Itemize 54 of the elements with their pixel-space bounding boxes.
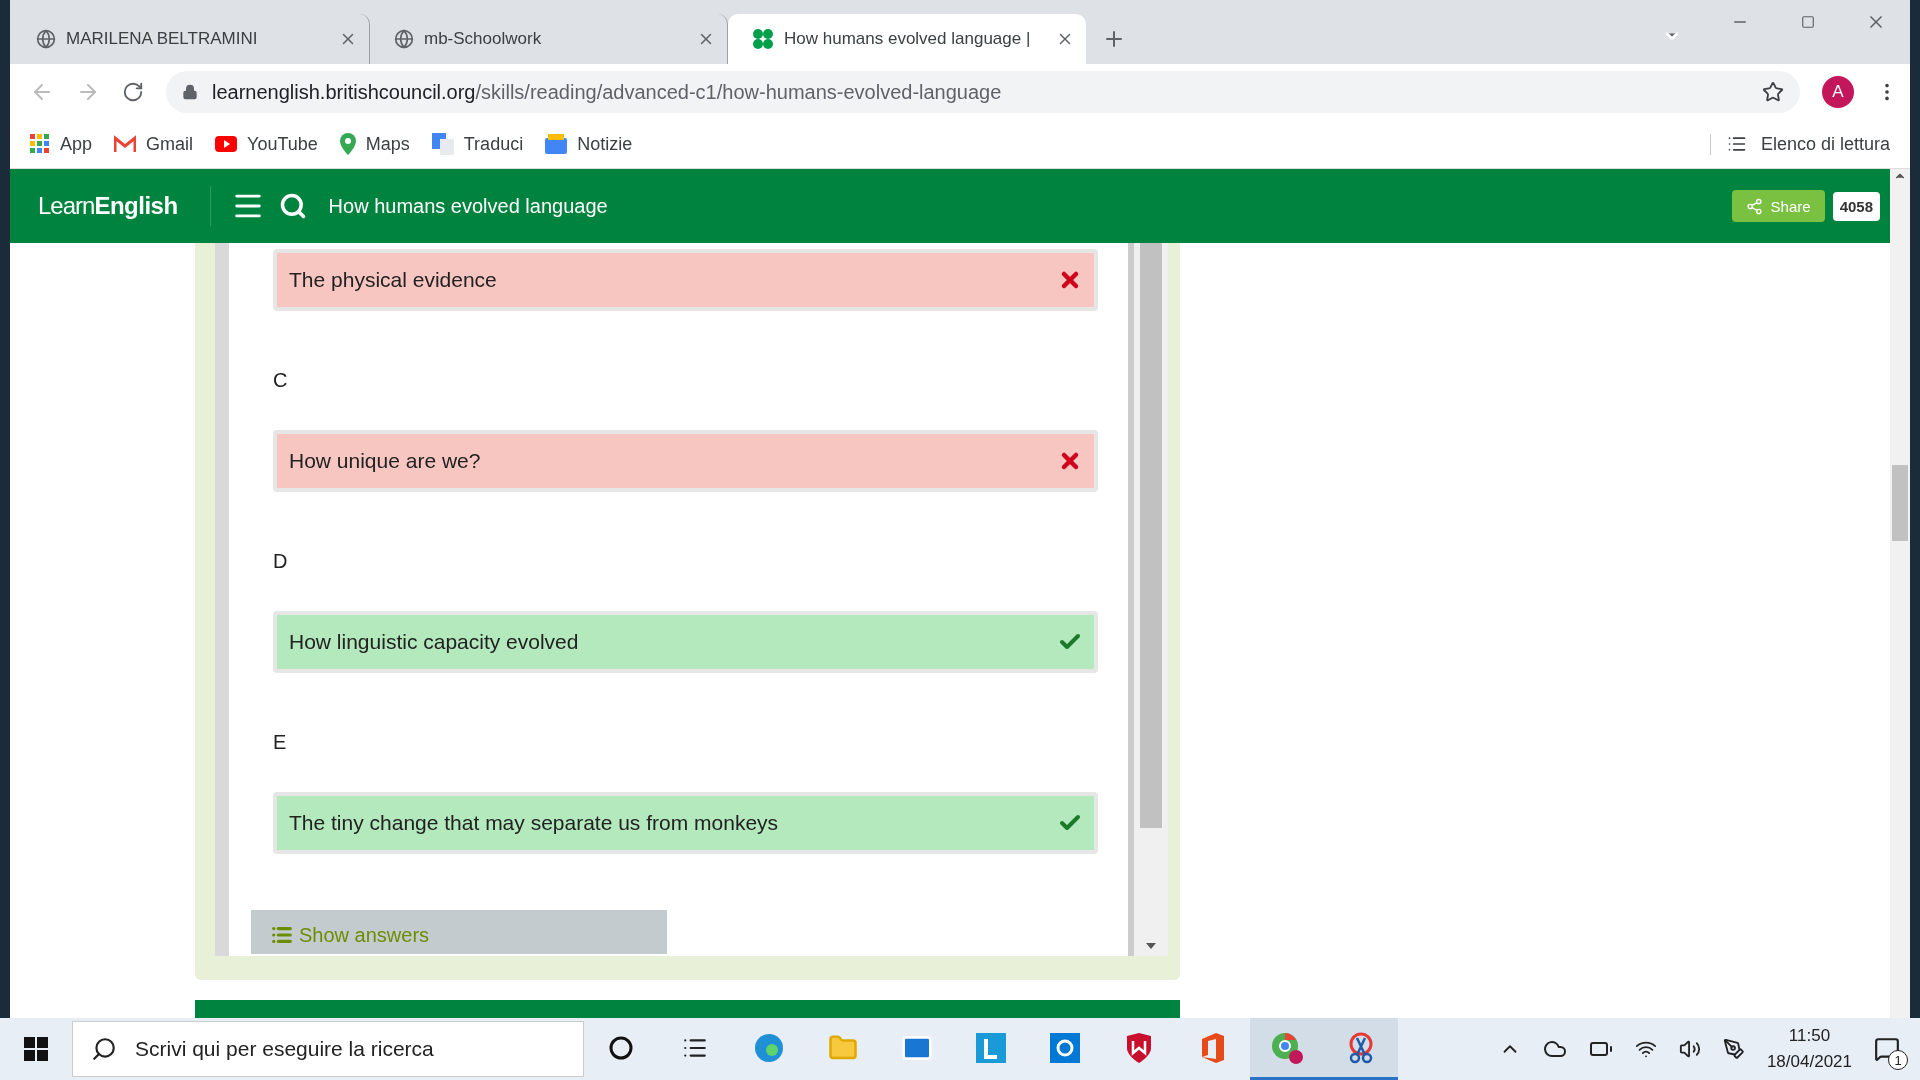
list-icon [1726, 134, 1747, 154]
reading-list-link[interactable]: Elenco di lettura [1709, 133, 1890, 155]
browser-tab[interactable]: How humans evolved language | [728, 14, 1086, 64]
star-icon[interactable] [1762, 81, 1784, 103]
pen-icon[interactable] [1722, 1038, 1745, 1060]
bookmark-link[interactable]: Maps [339, 133, 410, 155]
page-scrollbar[interactable] [1890, 169, 1910, 1018]
scissors-icon[interactable] [1324, 1018, 1398, 1080]
bookmark-link[interactable]: Traduci [431, 133, 524, 155]
bookmark-link[interactable]: Notizie [545, 133, 633, 155]
bookmark-link[interactable]: Gmail [114, 133, 194, 155]
tab-title: How humans evolved language | [784, 29, 1032, 49]
bookmark-link[interactable]: YouTube [215, 133, 318, 155]
question-letter: C [273, 369, 289, 392]
globe-icon [36, 29, 56, 49]
url-text: learnenglish.britishcouncil.org/skills/reading/advanced-c1/how-humans-evolved-language [212, 80, 1002, 104]
scroll-down-icon[interactable] [1145, 942, 1157, 950]
lock-icon [182, 84, 198, 100]
page-title: How humans evolved language [328, 194, 608, 218]
site-logo[interactable]: LearnEnglish [38, 186, 211, 226]
taskbar-search-field[interactable]: Scrivi qui per eseguire la ricerca [72, 1021, 584, 1077]
scroll-thumb[interactable] [1892, 465, 1908, 541]
browser-profile-icon[interactable] [1250, 1018, 1324, 1080]
play-icon [215, 136, 238, 152]
translate-icon [431, 133, 454, 155]
browser-tab[interactable]: MARILENA BELTRAMINI [12, 14, 370, 64]
mail-m-icon [114, 135, 137, 153]
globe-icon [394, 29, 414, 49]
profile-avatar[interactable]: A [1822, 76, 1854, 108]
share-count: 4058 [1832, 191, 1880, 221]
tab-title: MARILENA BELTRAMINI [66, 29, 259, 49]
address-field[interactable]: learnenglish.britishcouncil.org/skills/reading/advanced-c1/how-humans-evolved-language [166, 71, 1800, 113]
answer-slot[interactable]: The tiny change that may separate us from monkeys [277, 796, 1094, 850]
question-letter: E [273, 731, 288, 754]
answer-slot[interactable]: The physical evidence [277, 253, 1094, 307]
answer-slot[interactable]: How linguistic capacity evolved [277, 615, 1094, 669]
list-icon [271, 924, 293, 946]
map-pin-icon [339, 133, 356, 155]
question-letter: D [273, 550, 289, 573]
news-icon [545, 134, 568, 154]
search-icon [91, 1036, 117, 1062]
scroll-thumb[interactable] [1140, 243, 1162, 828]
tab-title: mb-Schoolwork [424, 29, 543, 49]
clock[interactable]: 11:50 18/04/2021 [1766, 1023, 1852, 1075]
reload-icon[interactable] [122, 81, 144, 103]
notification-count: 1 [1888, 1050, 1908, 1070]
volume-icon[interactable] [1678, 1038, 1701, 1060]
answer-slot[interactable]: How unique are we? [277, 434, 1094, 488]
share-icon [1745, 197, 1763, 215]
search-icon[interactable] [278, 192, 307, 220]
bookmark-link[interactable]: App [30, 133, 93, 155]
clover-icon [752, 28, 774, 50]
scrollbar[interactable] [1128, 243, 1168, 956]
apps-grid-icon [30, 134, 50, 154]
